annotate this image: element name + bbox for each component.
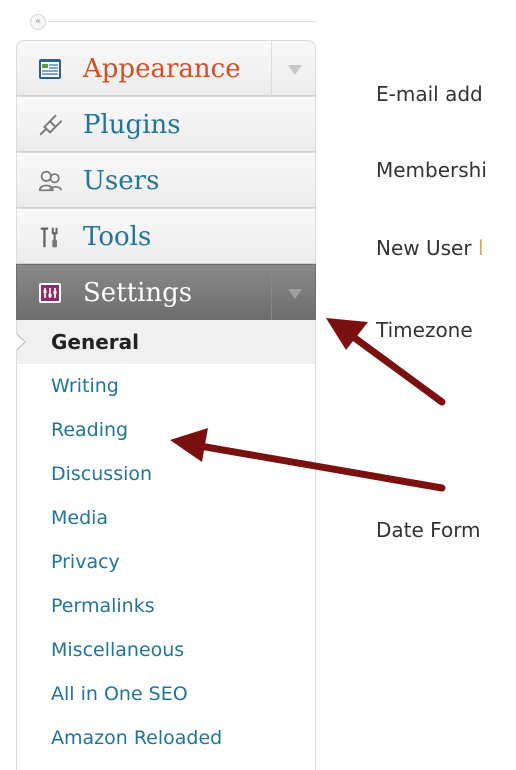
arrow-to-reading [170,428,446,492]
arrow-to-settings [326,318,446,406]
annotation-arrows [170,318,446,492]
